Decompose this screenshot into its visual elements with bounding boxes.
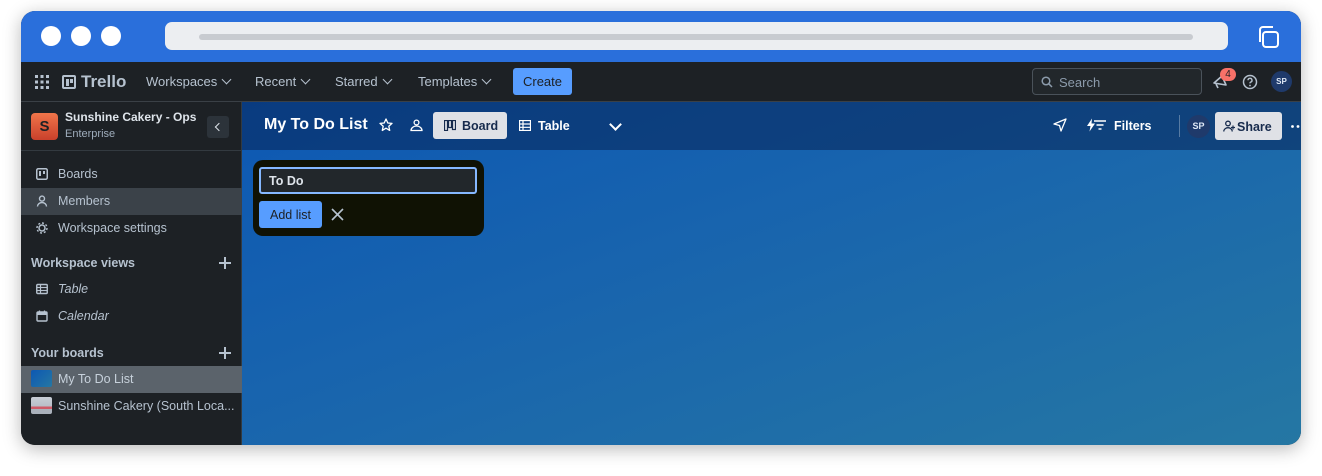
top-navigation: Trello Workspaces Recent Starred Templat… [21,62,1301,102]
board-thumbnail [31,370,52,387]
workspace-views-heading: Workspace views [31,256,135,270]
workspace-plan: Enterprise [65,128,116,140]
workspace-header: S Sunshine Cakery - Ops Enterprise [21,102,242,151]
brand-name: Trello [81,72,127,91]
window-minimize-dot[interactable] [71,26,91,46]
board-icon [36,168,48,180]
header-divider [1179,115,1180,137]
menu-label: Templates [418,74,478,89]
share-label: Share [1237,120,1272,134]
board-header: My To Do List Board Table Filters SP Sha… [242,102,1301,150]
sidebar-board-sunshine-cakery[interactable]: Sunshine Cakery (South Loca... [21,393,242,420]
tabs-icon[interactable] [1255,24,1281,50]
person-icon [36,195,48,207]
search-icon [1041,76,1053,88]
menu-label: Workspaces [146,74,218,89]
board-thumbnail [31,397,52,414]
address-placeholder [199,34,1193,40]
browser-window: Trello Workspaces Recent Starred Templat… [21,11,1301,445]
view-table-button[interactable]: Table [519,112,589,139]
menu-recent[interactable]: Recent [255,74,311,89]
add-list-button[interactable]: Add list [259,201,322,228]
add-view-plus-icon[interactable] [219,257,231,269]
gear-icon [36,222,48,234]
search-input[interactable]: Search [1032,68,1202,95]
board-canvas: My To Do List Board Table Filters SP Sha… [242,102,1301,445]
menu-label: Recent [255,74,297,89]
collapse-sidebar-button[interactable] [207,116,229,138]
sidebar-item-label: Members [58,194,111,208]
trello-logo[interactable]: Trello [62,72,126,92]
account-avatar[interactable]: SP [1271,71,1292,92]
sidebar-item-members[interactable]: Members [21,188,242,215]
list-title-input[interactable] [259,167,477,194]
chevron-down-icon [481,74,492,85]
filters-button[interactable]: Filters [1114,119,1152,133]
more-options-icon[interactable] [1291,125,1301,128]
chevron-down-icon [382,74,393,85]
sidebar-item-boards[interactable]: Boards [21,161,242,188]
board-title[interactable]: My To Do List [264,116,368,134]
send-icon[interactable] [1053,118,1067,132]
star-icon[interactable] [379,118,393,132]
sidebar-item-label: Workspace settings [58,221,167,235]
workspace-name[interactable]: Sunshine Cakery - Ops [65,110,196,124]
sidebar-item-table[interactable]: Table [21,276,242,303]
app-switcher-icon[interactable] [35,75,49,89]
address-bar[interactable] [165,22,1228,50]
add-board-plus-icon[interactable] [219,347,231,359]
sidebar-item-label: Sunshine Cakery (South Loca... [58,399,235,413]
sidebar-item-label: My To Do List [58,372,134,386]
people-visibility-icon[interactable] [409,118,424,132]
add-list-composer: Add list [253,160,484,236]
table-icon [36,283,48,295]
trello-logo-icon [62,75,76,89]
view-label: Table [538,119,570,133]
window-zoom-dot[interactable] [101,26,121,46]
chevron-down-icon [300,74,311,85]
close-icon[interactable] [330,207,345,222]
table-icon [519,120,531,131]
view-label: Board [462,119,499,133]
create-button[interactable]: Create [513,68,572,95]
sidebar-board-my-to-do-list[interactable]: My To Do List [21,366,242,393]
filter-icon [1094,120,1106,130]
sidebar-item-label: Calendar [58,309,109,323]
help-icon[interactable] [1242,74,1258,90]
notification-badge: 4 [1220,68,1236,81]
search-placeholder: Search [1059,75,1101,90]
menu-templates[interactable]: Templates [418,74,492,89]
workspace-logo: S [31,113,58,140]
sidebar-item-label: Table [58,282,89,296]
window-close-dot[interactable] [41,26,61,46]
your-boards-heading: Your boards [31,346,104,360]
sidebar-item-workspace-settings[interactable]: Workspace settings [21,215,242,242]
add-person-icon [1223,120,1235,132]
board-view-icon [444,120,456,131]
chevron-down-icon [221,74,232,85]
chevron-down-icon[interactable] [609,118,622,131]
workspace-sidebar: S Sunshine Cakery - Ops Enterprise Board… [21,102,242,445]
view-board-button[interactable]: Board [433,112,507,139]
menu-label: Starred [335,74,378,89]
calendar-icon [36,310,48,322]
browser-toolbar [21,11,1301,62]
member-avatar[interactable]: SP [1187,115,1210,138]
menu-workspaces[interactable]: Workspaces [146,74,232,89]
sidebar-item-label: Boards [58,167,98,181]
share-button[interactable]: Share [1215,112,1282,140]
menu-starred[interactable]: Starred [335,74,393,89]
sidebar-item-calendar[interactable]: Calendar [21,303,242,330]
